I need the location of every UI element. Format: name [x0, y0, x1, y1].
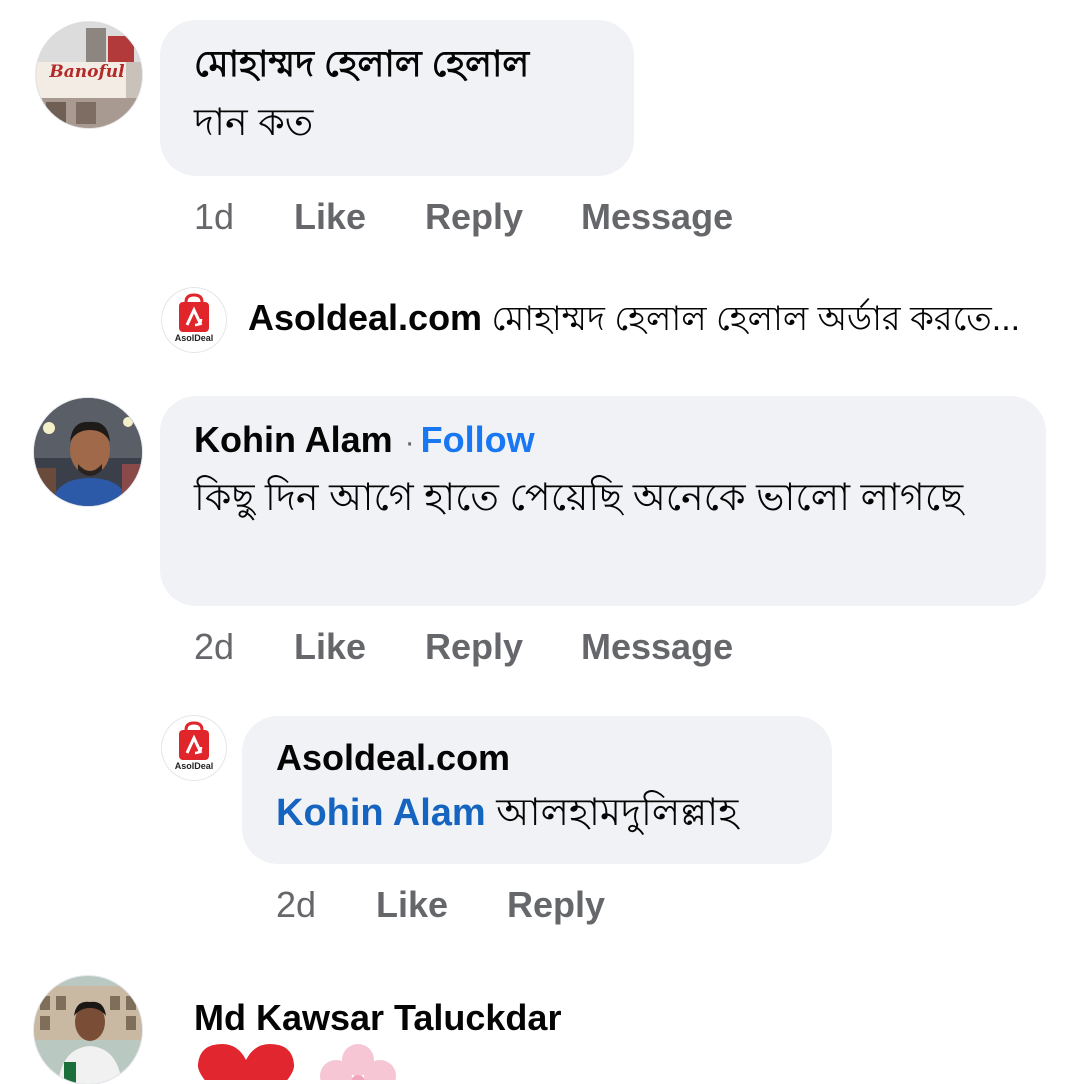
message-button[interactable]: Message: [581, 626, 733, 668]
avatar[interactable]: Banoful: [36, 22, 142, 128]
reply-preview: মোহাম্মদ হেলাল হেলাল অর্ডার করতে...: [491, 300, 1021, 338]
reply-author[interactable]: Asoldeal.com: [248, 297, 482, 338]
reply-text: Kohin Alam আলহামদুলিল্লাহ: [276, 784, 798, 842]
person-photo: [34, 398, 142, 506]
follow-button[interactable]: Follow: [421, 419, 535, 460]
like-button[interactable]: Like: [294, 626, 425, 668]
reply-timestamp[interactable]: 2d: [276, 884, 376, 926]
avatar[interactable]: [34, 398, 142, 506]
reply-bubble: Asoldeal.com Kohin Alam আলহামদুলিল্লাহ: [242, 716, 832, 864]
comment-author[interactable]: Md Kawsar Taluckdar: [194, 996, 561, 1040]
reply-actions: 2d Like Reply: [276, 884, 605, 926]
comment-emojis: [190, 1040, 420, 1080]
comment-bubble: Kohin Alam · Follow কিছু দিন আগে হাতে পেয়…: [160, 396, 1046, 606]
comment-header: Kohin Alam · Follow: [194, 418, 1012, 465]
logo-text: AsolDeal: [174, 761, 214, 771]
comment-text: দান কত: [194, 102, 314, 144]
comment-actions: 1d Like Reply Message: [194, 196, 733, 238]
reply-button[interactable]: Reply: [425, 196, 581, 238]
page-avatar[interactable]: AsolDeal: [162, 716, 226, 780]
avatar[interactable]: [34, 976, 142, 1084]
reply-author[interactable]: Asoldeal.com: [276, 736, 798, 780]
like-button[interactable]: Like: [376, 884, 507, 926]
comment-timestamp[interactable]: 2d: [194, 626, 294, 668]
red-heart-icon: [197, 1044, 295, 1080]
person-photo: [34, 976, 142, 1084]
message-button[interactable]: Message: [581, 196, 733, 238]
comment-author[interactable]: মোহাম্মদ হেলাল হেলাল: [194, 42, 600, 86]
comment-author[interactable]: Kohin Alam: [194, 419, 393, 460]
comment-text: কিছু দিন আগে হাতে পেয়েছি অনেকে ভালো লাগ…: [194, 477, 964, 519]
like-button[interactable]: Like: [294, 196, 425, 238]
mention-link[interactable]: Kohin Alam: [276, 792, 486, 834]
logo-text: AsolDeal: [174, 333, 214, 343]
cherry-blossom-icon: [320, 1044, 396, 1080]
avatar-brand-text: Banoful: [49, 62, 125, 82]
separator-dot: ·: [404, 426, 415, 459]
reply-button[interactable]: Reply: [425, 626, 581, 668]
comment-actions: 2d Like Reply Message: [194, 626, 733, 668]
comment-timestamp[interactable]: 1d: [194, 196, 294, 238]
comment-bubble: মোহাম্মদ হেলাল হেলাল দান কত: [160, 20, 634, 176]
reply-message: আলহামদুলিল্লাহ: [496, 792, 739, 834]
page-avatar[interactable]: AsolDeal: [162, 288, 226, 352]
reply-button[interactable]: Reply: [507, 884, 605, 926]
collapsed-reply[interactable]: Asoldeal.com মোহাম্মদ হেলাল হেলাল অর্ডার…: [248, 290, 1020, 347]
